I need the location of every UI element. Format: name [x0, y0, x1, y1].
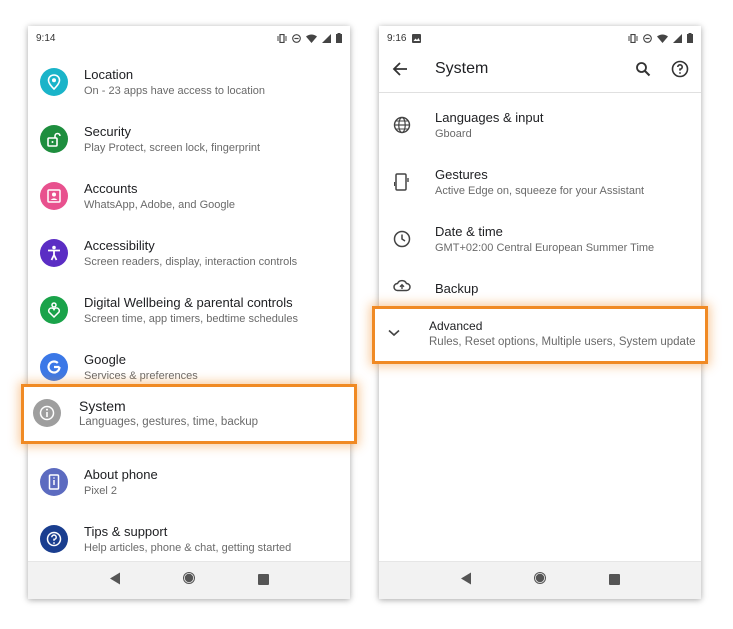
- app-bar: System: [379, 50, 701, 92]
- gesture-phone-icon: [391, 171, 413, 193]
- back-nav-icon[interactable]: [460, 572, 472, 590]
- system-item-gestures[interactable]: Gestures Active Edge on, squeeze for you…: [379, 159, 701, 215]
- back-arrow-icon[interactable]: [392, 61, 408, 82]
- navigation-bar: [28, 561, 350, 599]
- home-nav-icon[interactable]: [182, 571, 196, 590]
- clock-icon: [391, 228, 413, 250]
- recents-nav-icon[interactable]: [609, 572, 621, 590]
- item-subtitle: Gboard: [435, 128, 472, 140]
- wifi-icon: [306, 34, 317, 43]
- item-title: Accounts: [84, 181, 138, 196]
- item-title: Location: [84, 67, 134, 82]
- info-icon: [33, 399, 61, 427]
- vibrate-icon: [628, 33, 638, 43]
- battery-icon: [336, 33, 342, 43]
- app-bar-divider: [379, 92, 701, 93]
- recents-nav-icon[interactable]: [258, 572, 270, 590]
- item-title: Accessibility: [84, 238, 155, 253]
- settings-item-location[interactable]: Location On - 23 apps have access to loc…: [28, 59, 350, 113]
- lock-icon: [40, 125, 68, 153]
- signal-icon: [673, 33, 682, 43]
- settings-item-security[interactable]: Security Play Protect, screen lock, fing…: [28, 116, 350, 170]
- item-subtitle: Rules, Reset options, Multiple users, Sy…: [429, 336, 696, 348]
- help-icon[interactable]: [671, 60, 689, 83]
- image-notification-icon: [412, 33, 422, 43]
- item-subtitle: Play Protect, screen lock, fingerprint: [84, 142, 261, 154]
- system-item-advanced[interactable]: Advanced Rules, Reset options, Multiple …: [379, 318, 701, 358]
- system-settings-phone-screen: 9:16 System Languages & input Gboard Ges…: [372, 26, 708, 599]
- item-title: Security: [84, 124, 131, 139]
- battery-icon: [687, 33, 693, 43]
- status-time: 9:14: [36, 32, 56, 44]
- item-title: Tips & support: [84, 524, 168, 539]
- globe-icon: [391, 114, 413, 136]
- cloud-upload-icon: [391, 274, 413, 296]
- account-box-icon: [40, 182, 68, 210]
- item-title: Digital Wellbeing & parental controls: [84, 295, 293, 310]
- do-not-disturb-icon: [643, 33, 652, 43]
- vibrate-icon: [277, 33, 287, 43]
- home-nav-icon[interactable]: [533, 571, 547, 590]
- chevron-down-icon: [383, 322, 405, 344]
- google-g-icon: [40, 353, 68, 381]
- item-subtitle: Screen readers, display, interaction con…: [84, 256, 298, 268]
- settings-item-accounts[interactable]: Accounts WhatsApp, Adobe, and Google: [28, 173, 350, 227]
- item-subtitle: Screen time, app timers, bedtime schedul…: [84, 313, 298, 325]
- settings-item-system[interactable]: System Languages, gestures, time, backup: [28, 396, 350, 450]
- settings-phone-screen: 9:14 Location On - 23 apps have access t…: [21, 26, 357, 599]
- item-title: Gestures: [435, 167, 488, 182]
- item-subtitle: Help articles, phone & chat, getting sta…: [84, 542, 292, 554]
- item-subtitle: Languages, gestures, time, backup: [79, 416, 259, 428]
- item-title: Languages & input: [435, 110, 544, 125]
- wifi-icon: [657, 34, 668, 43]
- item-title: About phone: [84, 467, 158, 482]
- accessibility-icon: [40, 239, 68, 267]
- help-icon: [40, 525, 68, 553]
- item-title: Backup: [435, 281, 479, 296]
- navigation-bar: [379, 561, 701, 599]
- page-title: System: [435, 60, 489, 77]
- location-pin-icon: [40, 68, 68, 96]
- settings-item-accessibility[interactable]: Accessibility Screen readers, display, i…: [28, 230, 350, 284]
- status-bar: 9:16: [379, 26, 701, 50]
- item-subtitle: On - 23 apps have access to location: [84, 85, 265, 97]
- signal-icon: [322, 33, 331, 43]
- settings-item-digital-wellbeing[interactable]: Digital Wellbeing & parental controls Sc…: [28, 287, 350, 341]
- wellbeing-heart-icon: [40, 296, 68, 324]
- item-title: System: [79, 398, 126, 414]
- item-subtitle: Pixel 2: [84, 485, 118, 497]
- system-item-languages-input[interactable]: Languages & input Gboard: [379, 102, 701, 158]
- status-time: 9:16: [387, 32, 407, 44]
- item-subtitle: GMT+02:00 Central European Summer Time: [435, 242, 655, 254]
- back-nav-icon[interactable]: [109, 572, 121, 590]
- status-bar: 9:14: [28, 26, 350, 50]
- item-title: Google: [84, 352, 126, 367]
- item-title: Advanced: [429, 319, 483, 333]
- system-item-date-time[interactable]: Date & time GMT+02:00 Central European S…: [379, 216, 701, 272]
- do-not-disturb-icon: [292, 33, 301, 43]
- item-subtitle: Active Edge on, squeeze for your Assista…: [435, 185, 645, 197]
- item-subtitle: Services & preferences: [84, 370, 198, 382]
- phone-icon: [40, 468, 68, 496]
- search-icon[interactable]: [635, 61, 651, 82]
- settings-item-about-phone[interactable]: About phone Pixel 2: [28, 459, 350, 513]
- item-title: Date & time: [435, 224, 503, 239]
- item-subtitle: WhatsApp, Adobe, and Google: [84, 199, 236, 211]
